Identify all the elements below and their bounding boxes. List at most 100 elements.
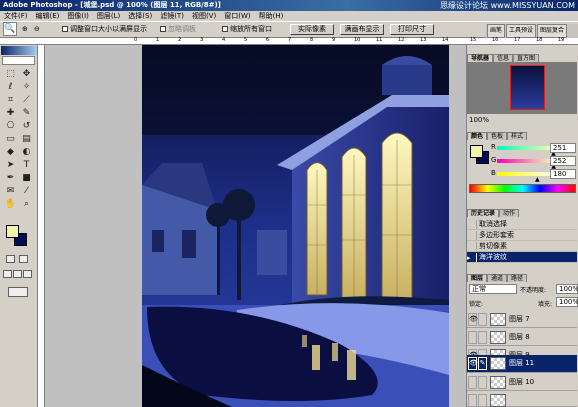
history-item-selected[interactable]: ▸ 海洋波纹 (467, 252, 577, 263)
move-icon[interactable]: ✥ (20, 68, 33, 80)
tab-history[interactable]: 历史记录 (467, 209, 500, 217)
menu-select[interactable]: 选择(S) (124, 11, 156, 21)
tab-histogram[interactable]: 直方图 (513, 54, 540, 62)
link-cell[interactable] (478, 312, 487, 326)
link-cell[interactable] (478, 393, 487, 407)
menu-filter[interactable]: 滤镜(T) (156, 11, 188, 21)
resize-window-label: 调整窗口大小以满屏显示 (70, 25, 147, 33)
color-fg-swatch[interactable] (470, 145, 483, 158)
r-value[interactable]: 251 (550, 143, 576, 153)
notes-icon[interactable]: ✉ (4, 185, 17, 197)
marquee-icon[interactable]: ⬚ (4, 68, 17, 80)
actual-pixels-button[interactable]: 实际像素 (290, 24, 334, 35)
tab-paths[interactable]: 路径 (507, 274, 528, 282)
menu-file[interactable]: 文件(F) (0, 11, 32, 21)
slice-icon[interactable]: ⟋ (20, 94, 33, 106)
menu-help[interactable]: 帮助(H) (255, 11, 288, 21)
lasso-icon[interactable]: ℓ (4, 81, 17, 93)
print-size-button[interactable]: 打印尺寸 (390, 24, 434, 35)
brush-icon[interactable]: ✎ (20, 107, 33, 119)
eraser-icon[interactable]: ▭ (4, 133, 17, 145)
blur-icon[interactable]: ◆ (4, 146, 17, 158)
quickmask-mode-icon[interactable] (19, 255, 28, 263)
menu-image[interactable]: 图像(I) (63, 11, 93, 21)
document-canvas[interactable] (142, 45, 449, 407)
dodge-icon[interactable]: ◐ (20, 146, 33, 158)
fill-input[interactable]: 100% (556, 297, 578, 307)
gradient-icon[interactable]: ▤ (20, 133, 33, 145)
opacity-input[interactable]: 100% (556, 284, 578, 294)
zoom-in-icon[interactable]: ⊕ (22, 24, 28, 34)
standard-mode-icon[interactable] (6, 255, 15, 263)
eye-icon[interactable] (468, 375, 477, 389)
brush-icon[interactable]: ✎ (478, 356, 487, 370)
checkbox-box[interactable] (222, 26, 228, 32)
checkbox-box[interactable] (62, 26, 68, 32)
menu-edit[interactable]: 编辑(E) (32, 11, 64, 21)
path-select-icon[interactable]: ➤ (4, 159, 17, 171)
eye-icon[interactable]: 👁 (468, 312, 478, 326)
type-icon[interactable]: T (20, 159, 33, 171)
tab-channels[interactable]: 通道 (487, 274, 508, 282)
eyedropper-icon[interactable]: ⁄ (20, 185, 33, 197)
history-item[interactable]: 多边形套索 (467, 230, 577, 241)
magic-wand-icon[interactable]: ✧ (20, 81, 33, 93)
tab-color[interactable]: 颜色 (467, 132, 488, 140)
zoom-tool-icon[interactable]: 🔍 (3, 22, 17, 36)
link-cell[interactable] (478, 330, 487, 344)
stamp-icon[interactable]: ⎔ (4, 120, 17, 132)
g-slider[interactable] (497, 159, 555, 163)
g-value[interactable]: 252 (550, 156, 576, 166)
menu-window[interactable]: 窗口(W) (220, 11, 254, 21)
zoom-out-icon[interactable]: ⊖ (34, 24, 40, 34)
link-cell[interactable] (478, 375, 487, 389)
r-slider[interactable] (497, 146, 555, 150)
screen-mode-full-icon[interactable] (23, 270, 32, 278)
screen-mode-standard-icon[interactable] (3, 270, 12, 278)
menu-layer[interactable]: 图层(L) (93, 11, 124, 21)
tab-actions[interactable]: 动作 (499, 209, 520, 217)
fit-screen-button[interactable]: 满画布显示 (340, 24, 384, 35)
jump-to-imageready-icon[interactable] (8, 287, 28, 297)
color-ramp[interactable] (469, 184, 576, 193)
zoom-all-checkbox[interactable]: 缩放所有窗口 (222, 24, 272, 34)
ignore-palettes-checkbox[interactable]: 忽略调板 (160, 24, 196, 34)
layer-row-selected[interactable]: 👁 ✎ 图层 11 (467, 355, 577, 373)
crop-icon[interactable]: ⌗ (4, 94, 17, 106)
checkbox-box[interactable] (160, 26, 166, 32)
tool-presets-tab[interactable]: 工具预设 (506, 24, 537, 38)
healing-brush-icon[interactable]: ✚ (4, 107, 17, 119)
tab-navigator[interactable]: 导航器 (467, 54, 494, 62)
tab-info[interactable]: 信息 (493, 54, 514, 62)
foreground-color-swatch[interactable] (6, 225, 19, 238)
eye-icon[interactable] (468, 330, 477, 344)
tab-swatches[interactable]: 色板 (487, 132, 508, 140)
navigator-zoom[interactable]: 100% (467, 115, 577, 125)
shape-icon[interactable]: ■ (20, 172, 33, 184)
b-slider[interactable] (497, 172, 555, 176)
resize-window-checkbox[interactable]: 调整窗口大小以满屏显示 (62, 24, 147, 34)
layer-row[interactable] (467, 392, 577, 407)
history-item[interactable]: 剪切像素 (467, 241, 577, 252)
menu-view[interactable]: 视图(V) (188, 11, 220, 21)
layer-row[interactable]: 图层 8 (467, 329, 577, 346)
b-value[interactable]: 180 (550, 169, 576, 179)
screen-mode-full-menu-icon[interactable] (13, 270, 22, 278)
hand-icon[interactable]: ✋ (4, 198, 17, 210)
navigator-view-box[interactable] (510, 65, 545, 110)
layer-row[interactable]: 👁 图层 7 (467, 311, 577, 328)
pen-icon[interactable]: ✒ (4, 172, 17, 184)
layer-comps-tab[interactable]: 图层复合 (537, 24, 568, 38)
eye-icon[interactable]: 👁 (468, 356, 478, 370)
zoom-icon[interactable]: ⌕ (20, 198, 33, 210)
layer-row[interactable]: 图层 10 (467, 374, 577, 391)
tab-styles[interactable]: 样式 (507, 132, 528, 140)
blend-mode-select[interactable]: 正常 (469, 284, 517, 294)
b-slider-thumb[interactable]: ▲ (535, 177, 540, 183)
history-item[interactable]: 取消选择 (467, 219, 577, 230)
tab-layers[interactable]: 图层 (467, 274, 488, 282)
eye-icon[interactable] (468, 393, 477, 407)
history-brush-icon[interactable]: ↺ (20, 120, 33, 132)
brushes-tab[interactable]: 画笔 (487, 24, 506, 38)
ruler-tick: 1 (156, 37, 160, 43)
